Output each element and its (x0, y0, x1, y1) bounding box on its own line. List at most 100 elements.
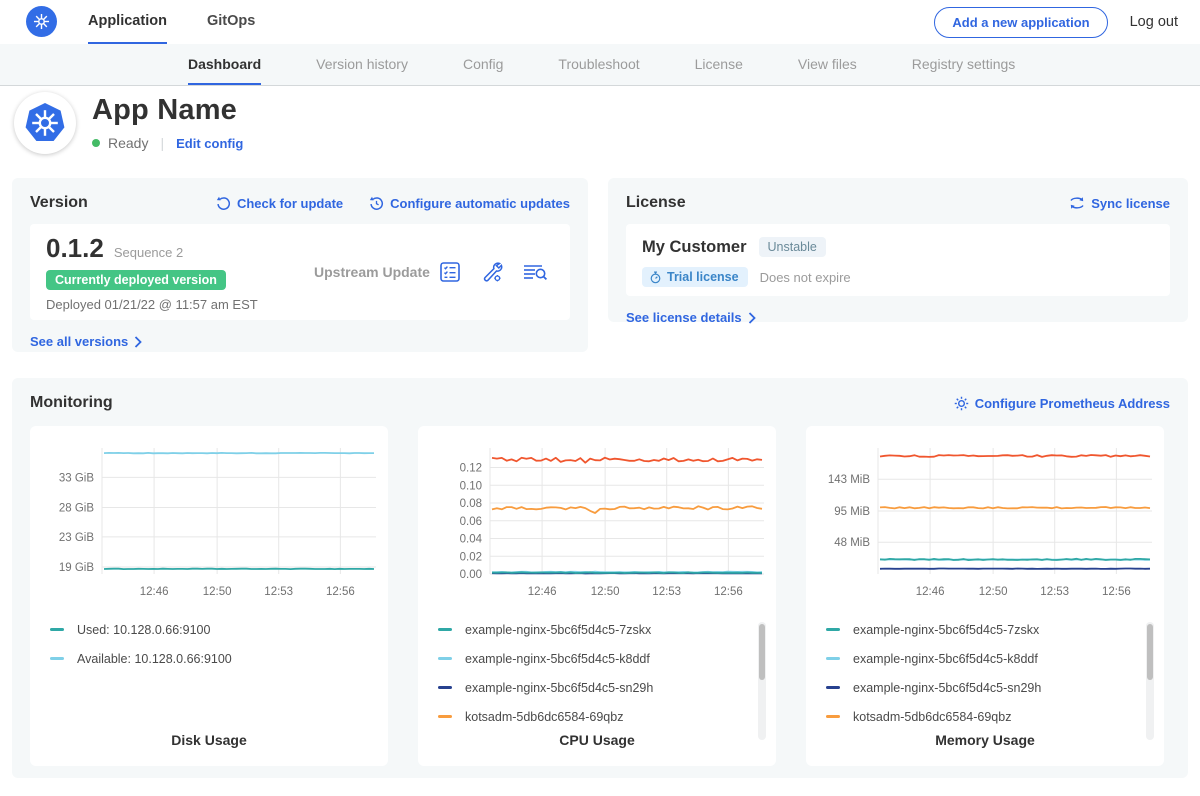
legend-color-dash (438, 715, 452, 718)
chart-svg: 12:4612:5012:5312:5633 GiB28 GiB23 GiB19… (38, 438, 384, 606)
svg-text:12:56: 12:56 (714, 586, 743, 598)
refresh-icon (216, 196, 231, 211)
ready-status-dot (92, 139, 100, 147)
edit-config-button[interactable] (480, 260, 504, 284)
see-all-versions-link[interactable]: See all versions (30, 334, 142, 349)
app-header-text: App Name Ready | Edit config (92, 92, 243, 154)
tab-registry-settings[interactable]: Registry settings (912, 44, 1015, 85)
tab-troubleshoot[interactable]: Troubleshoot (558, 44, 639, 85)
tab-license[interactable]: License (695, 44, 743, 85)
ready-status-label: Ready (108, 135, 148, 151)
add-application-button[interactable]: Add a new application (934, 7, 1107, 38)
legend-label: example-nginx-5bc6f5d4c5-7zskx (853, 623, 1039, 637)
legend-item: Used: 10.128.0.66:9100 (50, 615, 388, 644)
legend-label: Used: 10.128.0.66:9100 (77, 623, 210, 637)
see-license-details-link[interactable]: See license details (626, 310, 756, 325)
legend-color-dash (826, 715, 840, 718)
tab-config[interactable]: Config (463, 44, 503, 85)
svg-text:19 GiB: 19 GiB (59, 562, 94, 574)
version-number: 0.1.2 (46, 233, 104, 264)
see-all-versions-label: See all versions (30, 334, 128, 349)
kots-admin-console: Application GitOps Add a new application… (0, 0, 1200, 796)
legend-scrollbar[interactable] (1146, 622, 1154, 740)
app-status-row: Ready | Edit config (92, 135, 243, 151)
version-card-links: Check for update Configure automatic upd… (216, 196, 570, 211)
chart-panels: 12:46 12:50 12:53 12:56 33 GiB 28 GiB 23 GiB 19… (30, 426, 1170, 766)
chevron-right-icon (748, 312, 756, 324)
legend-item: example-nginx-5bc6f5d4c5-7zskx (826, 615, 1164, 644)
version-card-header: Version Check for update Configure au (30, 194, 570, 212)
version-card: Version Check for update Configure au (12, 178, 588, 352)
kubernetes-app-icon (21, 99, 69, 147)
legend-label: example-nginx-5bc6f5d4c5-7zskx (465, 623, 651, 637)
tab-view-files[interactable]: View files (798, 44, 857, 85)
memory-usage-panel: 12:4612:5012:5312:56143 MiB95 MiB48 MiB … (806, 426, 1164, 766)
status-divider: | (160, 135, 164, 151)
svg-text:33 GiB: 33 GiB (59, 472, 94, 484)
legend-item: example-nginx-5bc6f5d4c5-k8ddf (438, 644, 776, 673)
legend-item: Available: 10.128.0.66:9100 (50, 644, 388, 673)
monitoring-section: Monitoring Configure Prometheus Address … (12, 378, 1188, 778)
legend-item: example-nginx-5bc6f5d4c5-sn29h (826, 673, 1164, 702)
clock-refresh-icon (369, 196, 384, 211)
release-notes-button[interactable] (438, 260, 462, 284)
license-expiry-text: Does not expire (760, 270, 851, 285)
configure-auto-updates-label: Configure automatic updates (390, 196, 570, 211)
configure-auto-updates-link[interactable]: Configure automatic updates (369, 196, 570, 211)
kubernetes-logo-icon[interactable] (26, 6, 57, 37)
cpu-usage-chart: 12:4612:5012:5312:560.120.100.080.060.04… (426, 438, 772, 611)
svg-text:12:53: 12:53 (264, 586, 293, 598)
check-for-update-link[interactable]: Check for update (216, 196, 343, 211)
legend-item: example-nginx-5bc6f5d4c5-sn29h (438, 673, 776, 702)
legend-scrollbar[interactable] (758, 622, 766, 740)
topnav-tab-application[interactable]: Application (88, 0, 167, 44)
legend-label: example-nginx-5bc6f5d4c5-k8ddf (465, 652, 650, 666)
svg-text:12:50: 12:50 (203, 586, 232, 598)
sync-license-link[interactable]: Sync license (1069, 196, 1170, 211)
topnav-tab-gitops[interactable]: GitOps (207, 0, 255, 44)
svg-text:0.12: 0.12 (460, 463, 482, 475)
legend-color-dash (50, 657, 64, 660)
legend-item: example-nginx-5bc6f5d4c5-k8ddf (826, 644, 1164, 673)
monitoring-title: Monitoring (30, 394, 113, 412)
version-source-label: Upstream Update (278, 264, 438, 280)
svg-text:28 GiB: 28 GiB (59, 503, 94, 515)
svg-text:12:53: 12:53 (1040, 586, 1069, 598)
svg-text:0.00: 0.00 (460, 569, 482, 581)
memory-usage-chart: 12:4612:5012:5312:56143 MiB95 MiB48 MiB (814, 438, 1160, 611)
sequence-label: Sequence 2 (114, 245, 183, 260)
chart-title: Disk Usage (30, 732, 388, 748)
scrollbar-thumb[interactable] (759, 624, 765, 680)
deploy-logs-button[interactable] (522, 260, 548, 284)
scrollbar-thumb[interactable] (1147, 624, 1153, 680)
disk-usage-panel: 12:4612:5012:5312:5633 GiB28 GiB23 GiB19… (30, 426, 388, 766)
legend-item: kotsadm-5db6dc6584-69qbz (438, 702, 776, 731)
disk-usage-chart: 12:4612:5012:5312:5633 GiB28 GiB23 GiB19… (38, 438, 384, 611)
svg-text:0.08: 0.08 (460, 498, 482, 510)
chevron-right-icon (134, 336, 142, 348)
logout-link[interactable]: Log out (1130, 14, 1178, 30)
tab-version-history[interactable]: Version history (316, 44, 408, 85)
legend-color-dash (50, 628, 64, 631)
license-card-header: License Sync license (626, 194, 1170, 212)
svg-text:48 MiB: 48 MiB (834, 537, 870, 549)
legend-color-dash (438, 657, 452, 660)
helm-wheel-icon (31, 11, 52, 32)
svg-text:23 GiB: 23 GiB (59, 532, 94, 544)
see-license-details-label: See license details (626, 310, 742, 325)
trial-license-label: Trial license (667, 270, 739, 284)
legend-color-dash (438, 686, 452, 689)
svg-text:12:46: 12:46 (140, 586, 169, 598)
legend-item: kotsadm-5db6dc6584-69qbz (826, 702, 1164, 731)
svg-text:12:56: 12:56 (1102, 586, 1131, 598)
svg-text:0.10: 0.10 (460, 480, 482, 492)
gear-icon (954, 396, 969, 411)
configure-prometheus-link[interactable]: Configure Prometheus Address (954, 396, 1170, 411)
legend-label: example-nginx-5bc6f5d4c5-k8ddf (853, 652, 1038, 666)
tab-dashboard[interactable]: Dashboard (188, 44, 261, 85)
edit-config-link[interactable]: Edit config (176, 136, 243, 151)
current-version-row: 0.1.2 Sequence 2 Currently deployed vers… (30, 224, 570, 320)
legend-color-dash (826, 686, 840, 689)
check-for-update-label: Check for update (237, 196, 343, 211)
version-info: 0.1.2 Sequence 2 Currently deployed vers… (46, 233, 278, 312)
